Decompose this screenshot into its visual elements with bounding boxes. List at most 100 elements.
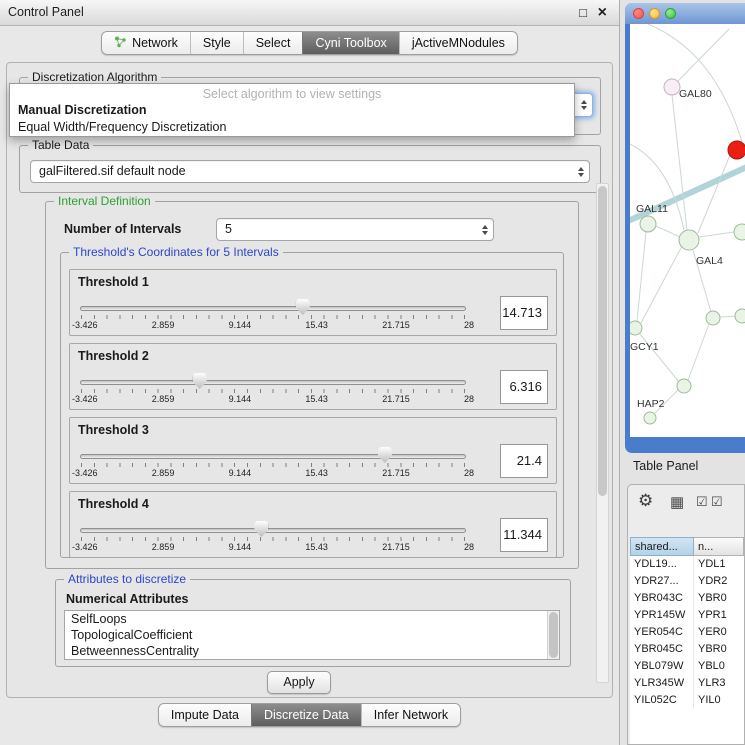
network-node-gcy1[interactable] [630, 321, 642, 335]
slider-track[interactable] [80, 528, 466, 533]
network-canvas[interactable]: GAL80GAL11GAL4GCY1HAP2 [630, 24, 745, 437]
tab-cyni-toolbox[interactable]: Cyni Toolbox [302, 32, 398, 54]
network-node-gal11[interactable] [640, 216, 656, 232]
tab-discretize-data[interactable]: Discretize Data [251, 704, 361, 726]
slider-ticks [81, 315, 465, 319]
list-scrollbar-thumb[interactable] [549, 612, 558, 658]
tab-jactivemnodules[interactable]: jActiveMNodules [399, 32, 517, 54]
network-node-hap2[interactable] [644, 412, 656, 424]
titlebar: Control Panel □ × [0, 0, 619, 26]
select-all-checkbox-icon[interactable]: ☑ [696, 494, 708, 510]
table-cell: YBR0 [694, 641, 744, 658]
network-node[interactable] [677, 379, 691, 393]
table-row[interactable]: YBR045CYBR0 [630, 641, 744, 658]
threshold-slider[interactable]: -3.4262.8599.14415.4321.71528 [80, 524, 466, 556]
tab-infer-network[interactable]: Infer Network [361, 704, 460, 726]
threshold-value-field[interactable]: 14.713 [500, 296, 548, 330]
tab-style[interactable]: Style [190, 32, 243, 54]
network-edge[interactable] [637, 232, 646, 321]
gear-icon[interactable]: ⚙ [638, 491, 653, 511]
column-header-name[interactable]: n... [694, 537, 744, 556]
network-edge[interactable] [678, 29, 729, 81]
table-row[interactable]: YLR345WYLR3 [630, 675, 744, 692]
attributes-group: Attributes to discretize Numerical Attri… [55, 579, 571, 667]
slider-track[interactable] [80, 454, 466, 459]
threshold-value-field[interactable]: 21.4 [500, 444, 548, 478]
threshold-panel-2: Threshold 2-3.4262.8599.14415.4321.71528… [69, 343, 557, 410]
slider-track[interactable] [80, 380, 466, 385]
table-row[interactable]: YER054CYER0 [630, 624, 744, 641]
table-row[interactable]: YBL079WYBL0 [630, 658, 744, 675]
slider-thumb[interactable] [193, 373, 207, 389]
scale-label: -3.426 [72, 542, 98, 552]
dropdown-placeholder-item: Select algorithm to view settings [10, 84, 574, 102]
network-node[interactable] [728, 141, 745, 159]
scale-label: 2.859 [152, 394, 175, 404]
network-edge[interactable] [699, 232, 734, 237]
scale-label: 28 [464, 320, 474, 330]
network-edge[interactable] [641, 246, 682, 323]
slider-track[interactable] [80, 306, 466, 311]
columns-icon[interactable]: ▦ [670, 493, 684, 511]
zoom-traffic-light[interactable] [665, 8, 676, 19]
tab-impute-data[interactable]: Impute Data [159, 704, 251, 726]
threshold-value-field[interactable]: 11.344 [500, 518, 548, 552]
threshold-slider[interactable]: -3.4262.8599.14415.4321.71528 [80, 302, 466, 334]
slider-thumb[interactable] [378, 447, 392, 463]
network-node[interactable] [735, 309, 745, 323]
table-data-dropdown[interactable]: galFiltered.sif default node [30, 160, 590, 183]
network-edge[interactable] [672, 95, 687, 230]
table-cell: YLR345W [630, 675, 694, 692]
table-row[interactable]: YDR27...YDR2 [630, 573, 744, 590]
table-row[interactable]: YDL19...YDL1 [630, 556, 744, 573]
threshold-label: Threshold 4 [78, 497, 149, 511]
list-item-selfloops[interactable]: SelfLoops [65, 611, 559, 627]
tab-network[interactable]: Network [102, 32, 190, 54]
table-header-row: shared... n... [630, 537, 744, 556]
threshold-value-field[interactable]: 6.316 [500, 370, 548, 404]
minimize-traffic-light[interactable] [649, 8, 660, 19]
scale-label: 9.144 [229, 394, 252, 404]
panel-scrollbar[interactable] [596, 183, 609, 683]
network-edge[interactable] [656, 226, 680, 237]
network-node-gal80[interactable] [664, 79, 680, 95]
group-label: Threshold's Coordinates for 5 Intervals [69, 245, 283, 259]
group-label: Discretization Algorithm [28, 70, 161, 84]
dropdown-option-manual-discretization[interactable]: Manual Discretization [10, 102, 574, 119]
list-item-betweennesscentrality[interactable]: BetweennessCentrality [65, 643, 559, 659]
scale-label: 28 [464, 542, 474, 552]
slider-thumb[interactable] [254, 521, 268, 537]
panel-scrollbar-thumb[interactable] [598, 186, 607, 496]
restore-icon[interactable]: □ [579, 0, 587, 25]
threshold-slider[interactable]: -3.4262.8599.14415.4321.71528 [80, 376, 466, 408]
close-traffic-light[interactable] [633, 8, 644, 19]
list-scrollbar[interactable] [547, 611, 559, 659]
panel-content: Discretization Algorithm Select algorith… [6, 62, 613, 698]
scale-label: 9.144 [229, 468, 252, 478]
apply-button[interactable]: Apply [267, 671, 331, 694]
network-edge[interactable] [648, 24, 742, 142]
list-item-topologicalcoefficient[interactable]: TopologicalCoefficient [65, 627, 559, 643]
network-edge[interactable] [688, 324, 709, 380]
top-tab-bar: Network StyleSelectCyni ToolboxjActiveMNo… [0, 31, 619, 55]
network-edge[interactable] [698, 155, 730, 233]
close-icon[interactable]: × [598, 0, 607, 25]
number-of-intervals-dropdown[interactable]: 5 [216, 218, 494, 241]
node-label: GCY1 [630, 341, 659, 353]
table-row[interactable]: YBR043CYBR0 [630, 590, 744, 607]
dropdown-option-equal-width-frequency-discretization[interactable]: Equal Width/Frequency Discretization [10, 119, 574, 136]
scale-label: 15.43 [305, 542, 328, 552]
table-row[interactable]: YPR145WYPR1 [630, 607, 744, 624]
network-node-gal4[interactable] [679, 230, 699, 250]
table-row[interactable]: YIL052CYIL0 [630, 692, 744, 709]
select-column-checkbox-icon[interactable]: ☑ [711, 494, 723, 510]
scale-label: 9.144 [229, 320, 252, 330]
network-node[interactable] [734, 224, 745, 240]
tab-label: Network [132, 36, 178, 50]
column-header-shared-name[interactable]: shared... [630, 537, 694, 556]
tab-select[interactable]: Select [243, 32, 303, 54]
slider-thumb[interactable] [296, 299, 310, 315]
threshold-slider[interactable]: -3.4262.8599.14415.4321.71528 [80, 450, 466, 482]
slider-ticks [81, 537, 465, 541]
network-node[interactable] [706, 311, 720, 325]
